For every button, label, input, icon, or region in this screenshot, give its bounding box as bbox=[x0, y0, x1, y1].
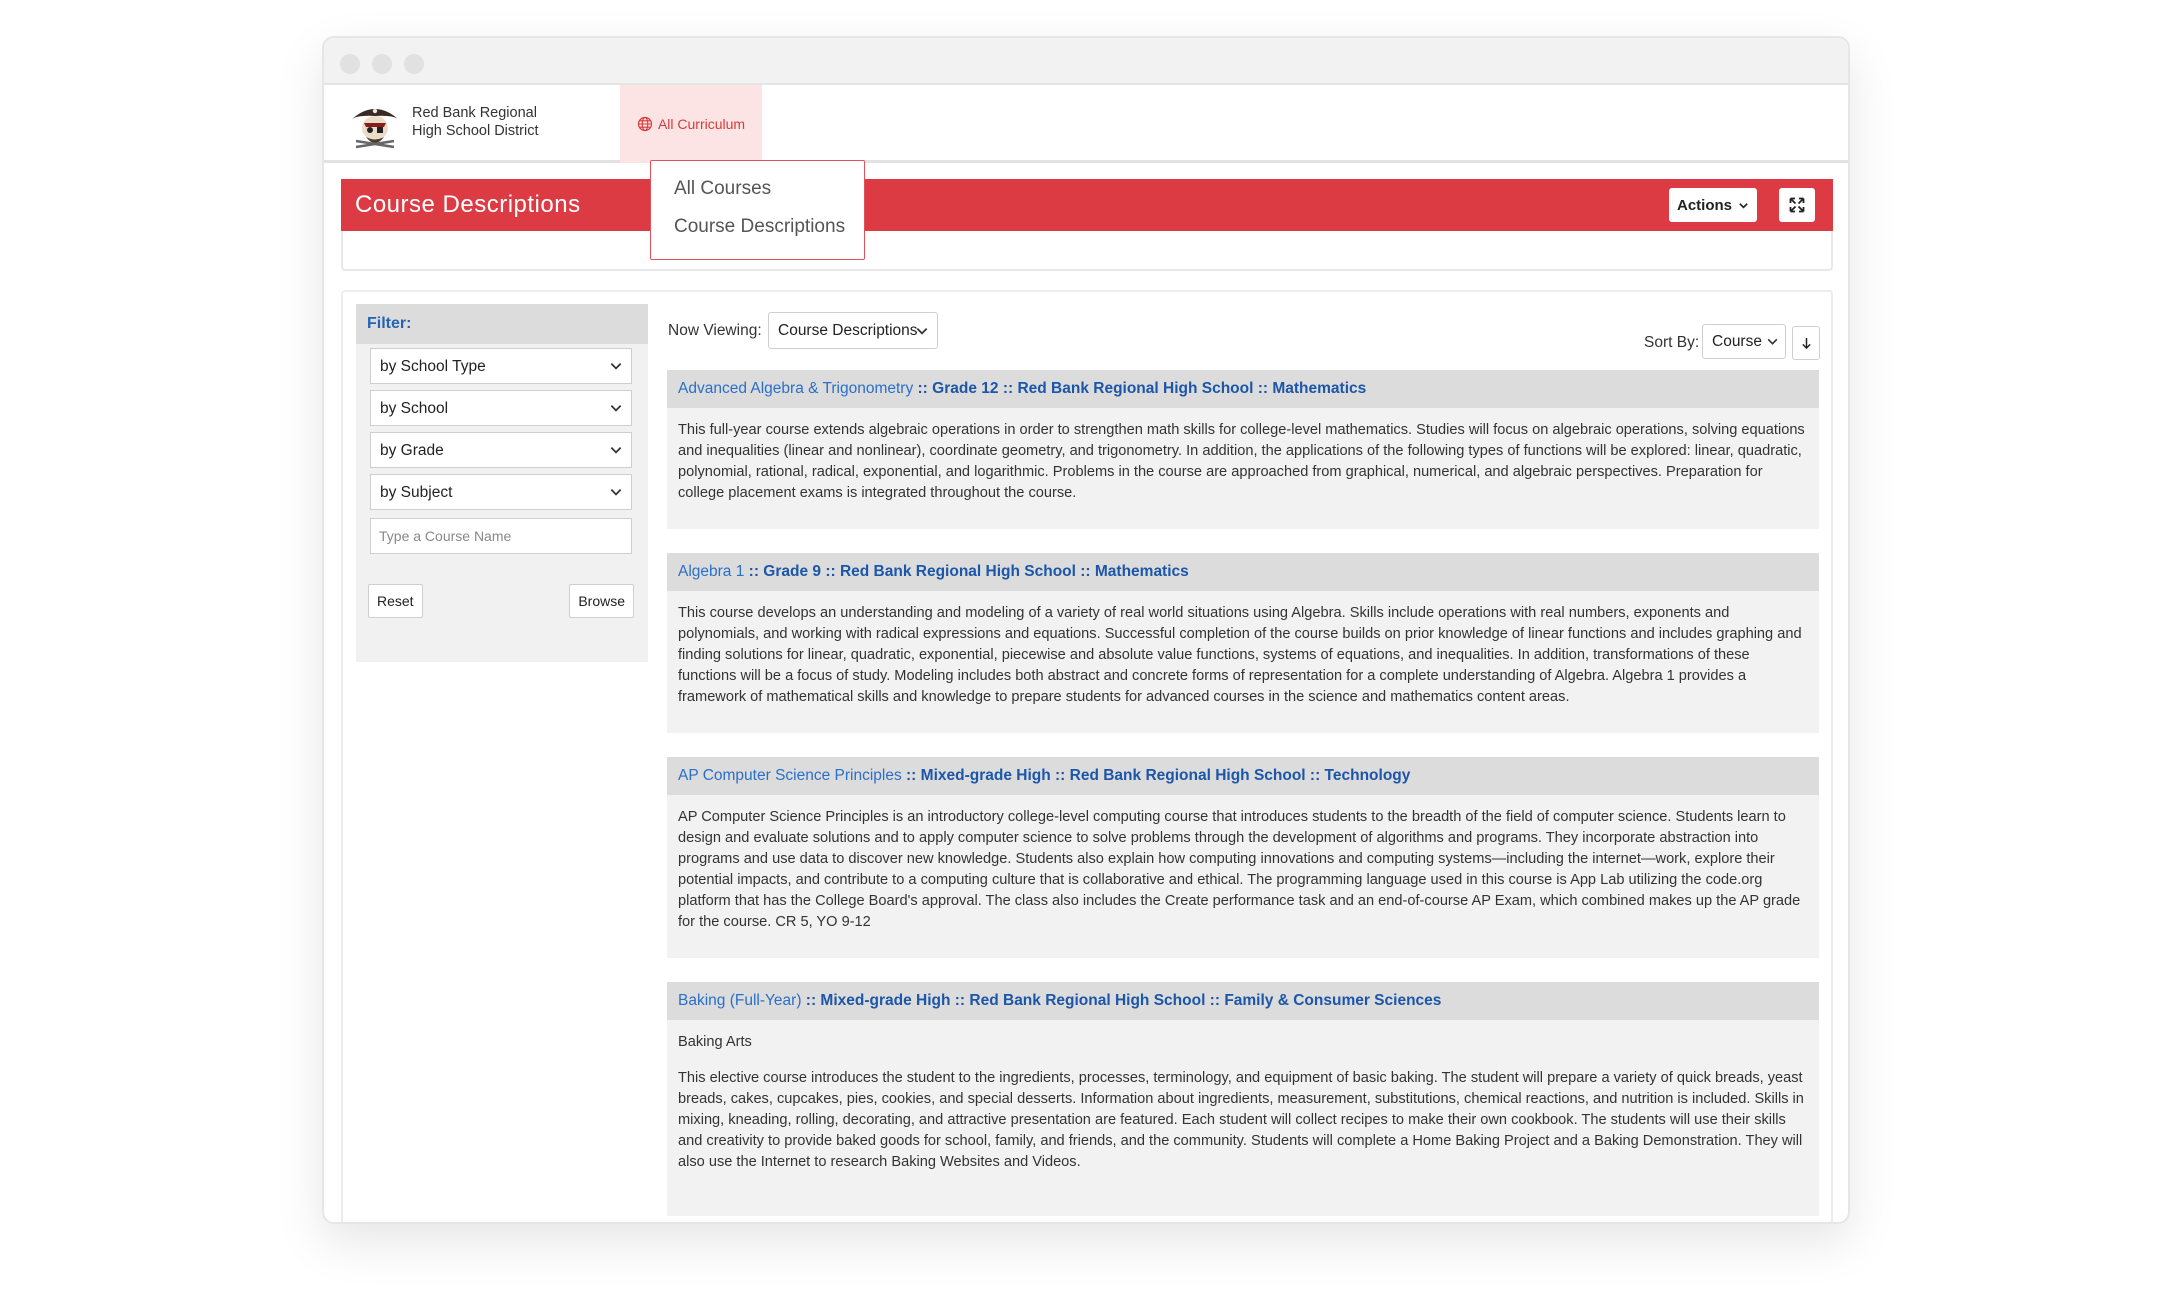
course-card-header: Baking (Full-Year) :: Mixed-grade High :… bbox=[667, 982, 1819, 1020]
chevron-down-icon bbox=[1739, 202, 1748, 209]
course-subtitle: Baking Arts bbox=[678, 1034, 752, 1050]
school-type-select-value: by School Type bbox=[380, 358, 486, 375]
course-subject: Mathematics bbox=[1272, 380, 1367, 397]
course-school: Red Bank Regional High School bbox=[1017, 380, 1254, 397]
window-titlebar bbox=[324, 38, 1848, 85]
course-card-body: This full-year course extends algebraic … bbox=[667, 408, 1819, 520]
page-header-bar: Course Descriptions Actions bbox=[341, 179, 1833, 231]
chevron-down-icon bbox=[1767, 338, 1778, 345]
district-name-line2: High School District bbox=[412, 123, 539, 139]
chevron-down-icon bbox=[610, 405, 622, 412]
course-card-body: AP Computer Science Principles is an int… bbox=[667, 795, 1819, 949]
now-viewing-select-value: Course Descriptions bbox=[778, 322, 918, 339]
course-card: AP Computer Science Principles :: Mixed-… bbox=[667, 757, 1819, 958]
course-school: Red Bank Regional High School bbox=[1069, 767, 1306, 784]
curriculum-dropdown-menu: All Courses Course Descriptions bbox=[650, 160, 865, 260]
expand-icon bbox=[1789, 197, 1805, 213]
school-select-value: by School bbox=[380, 400, 449, 417]
actions-label: Actions bbox=[1676, 196, 1732, 214]
all-curriculum-label: All Curriculum bbox=[657, 116, 746, 132]
school-select[interactable]: by School bbox=[370, 390, 632, 426]
course-card-header: Algebra 1 :: Grade 9 :: Red Bank Regiona… bbox=[667, 553, 1819, 591]
browser-window: Red Bank Regional High School District A… bbox=[322, 36, 1850, 1224]
subject-select-value: by Subject bbox=[380, 484, 453, 501]
course-grade: Mixed-grade High bbox=[820, 992, 951, 1009]
fullscreen-button[interactable] bbox=[1779, 188, 1815, 222]
course-card: Advanced Algebra & Trigonometry :: Grade… bbox=[667, 370, 1819, 529]
course-card-body: This course develops an understanding an… bbox=[667, 591, 1819, 724]
grade-select-value: by Grade bbox=[380, 442, 444, 459]
filter-panel: Filter: by School Type by School by Grad… bbox=[356, 304, 648, 662]
course-name-link[interactable]: Algebra 1 bbox=[678, 563, 744, 580]
school-type-select[interactable]: by School Type bbox=[370, 348, 632, 384]
course-subject: Mathematics bbox=[1094, 563, 1189, 580]
page-title: Course Descriptions bbox=[355, 191, 581, 218]
course-card-body: Baking Arts This elective course introdu… bbox=[667, 1020, 1819, 1189]
chevron-down-icon bbox=[916, 328, 928, 335]
course-description: This course develops an understanding an… bbox=[678, 605, 1802, 705]
sort-by-select[interactable]: Course bbox=[1702, 324, 1786, 359]
chevron-down-icon bbox=[610, 447, 622, 454]
district-name-line1: Red Bank Regional bbox=[412, 105, 537, 121]
sort-by-select-value: Course bbox=[1712, 333, 1762, 350]
course-description: This elective course introduces the stud… bbox=[678, 1070, 1804, 1170]
course-card: Algebra 1 :: Grade 9 :: Red Bank Regiona… bbox=[667, 553, 1819, 733]
course-subject: Family & Consumer Sciences bbox=[1224, 992, 1442, 1009]
reset-button[interactable]: Reset bbox=[368, 584, 423, 618]
sort-by-label: Sort By: bbox=[1644, 334, 1700, 351]
course-school: Red Bank Regional High School bbox=[969, 992, 1206, 1009]
course-school: Red Bank Regional High School bbox=[839, 563, 1076, 580]
chevron-down-icon bbox=[610, 363, 622, 370]
menu-item-all-courses[interactable]: All Courses bbox=[674, 177, 864, 215]
browse-button[interactable]: Browse bbox=[569, 584, 634, 618]
grade-select[interactable]: by Grade bbox=[370, 432, 632, 468]
course-grade: Grade 12 bbox=[932, 380, 999, 397]
sort-direction-button[interactable] bbox=[1792, 326, 1820, 360]
chevron-down-icon bbox=[610, 489, 622, 496]
globe-icon bbox=[637, 116, 653, 132]
pirate-mascot-icon[interactable] bbox=[348, 97, 402, 151]
arrow-down-icon bbox=[1801, 337, 1811, 349]
course-subject: Technology bbox=[1324, 767, 1411, 784]
course-name-link[interactable]: Advanced Algebra & Trigonometry bbox=[678, 380, 913, 397]
top-navigation: Red Bank Regional High School District A… bbox=[324, 85, 1848, 163]
course-grade: Mixed-grade High bbox=[920, 767, 1051, 784]
district-name[interactable]: Red Bank Regional High School District bbox=[412, 104, 572, 140]
all-curriculum-tab[interactable]: All Curriculum bbox=[620, 85, 762, 163]
window-minimize-dot[interactable] bbox=[372, 54, 392, 74]
course-grade: Grade 9 bbox=[763, 563, 822, 580]
course-name-link[interactable]: Baking (Full-Year) bbox=[678, 992, 801, 1009]
menu-item-course-descriptions[interactable]: Course Descriptions bbox=[674, 215, 864, 253]
course-description: This full-year course extends algebraic … bbox=[678, 422, 1805, 501]
course-name-link[interactable]: AP Computer Science Principles bbox=[678, 767, 902, 784]
filter-title: Filter: bbox=[356, 304, 648, 344]
course-description: AP Computer Science Principles is an int… bbox=[678, 809, 1801, 930]
window-maximize-dot[interactable] bbox=[404, 54, 424, 74]
course-card: Baking (Full-Year) :: Mixed-grade High :… bbox=[667, 982, 1819, 1216]
window-close-dot[interactable] bbox=[340, 54, 360, 74]
actions-button[interactable]: Actions bbox=[1669, 188, 1757, 222]
now-viewing-label: Now Viewing: bbox=[668, 322, 762, 339]
course-name-input[interactable] bbox=[370, 518, 632, 554]
course-card-header: AP Computer Science Principles :: Mixed-… bbox=[667, 757, 1819, 795]
subject-select[interactable]: by Subject bbox=[370, 474, 632, 510]
now-viewing-select[interactable]: Course Descriptions bbox=[768, 312, 938, 349]
course-card-header: Advanced Algebra & Trigonometry :: Grade… bbox=[667, 370, 1819, 408]
